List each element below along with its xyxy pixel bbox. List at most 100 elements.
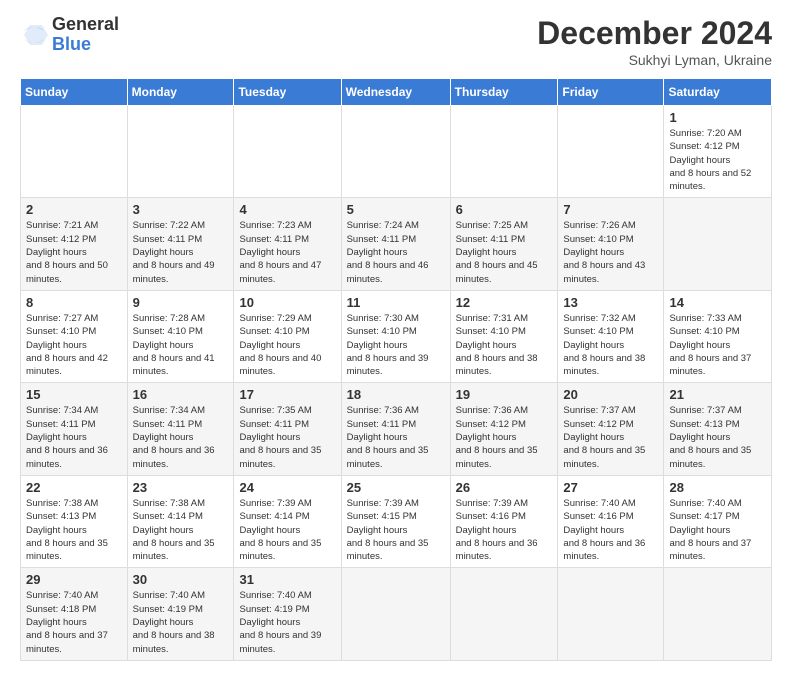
header-saturday: Saturday [664, 79, 772, 106]
day-number: 26 [456, 480, 553, 495]
day-info: Sunrise: 7:32 AM Sunset: 4:10 PM Dayligh… [563, 312, 658, 378]
day-info: Sunrise: 7:40 AM Sunset: 4:19 PM Dayligh… [133, 589, 229, 655]
day-info: Sunrise: 7:38 AM Sunset: 4:13 PM Dayligh… [26, 497, 122, 563]
day-info: Sunrise: 7:27 AM Sunset: 4:10 PM Dayligh… [26, 312, 122, 378]
calendar-cell: 20 Sunrise: 7:37 AM Sunset: 4:12 PM Dayl… [558, 383, 664, 475]
calendar-cell: 6 Sunrise: 7:25 AM Sunset: 4:11 PM Dayli… [450, 198, 558, 290]
calendar-cell: 7 Sunrise: 7:26 AM Sunset: 4:10 PM Dayli… [558, 198, 664, 290]
title-block: December 2024 Sukhyi Lyman, Ukraine [537, 15, 772, 68]
calendar-week-5: 29 Sunrise: 7:40 AM Sunset: 4:18 PM Dayl… [21, 568, 772, 660]
day-info: Sunrise: 7:31 AM Sunset: 4:10 PM Dayligh… [456, 312, 553, 378]
calendar-cell: 21 Sunrise: 7:37 AM Sunset: 4:13 PM Dayl… [664, 383, 772, 475]
day-number: 7 [563, 202, 658, 217]
logo-general-text: General [52, 15, 119, 35]
day-info: Sunrise: 7:21 AM Sunset: 4:12 PM Dayligh… [26, 219, 122, 285]
day-number: 13 [563, 295, 658, 310]
day-number: 4 [239, 202, 335, 217]
calendar-cell: 24 Sunrise: 7:39 AM Sunset: 4:14 PM Dayl… [234, 475, 341, 567]
calendar-cell [558, 106, 664, 198]
day-info: Sunrise: 7:35 AM Sunset: 4:11 PM Dayligh… [239, 404, 335, 470]
header-thursday: Thursday [450, 79, 558, 106]
day-number: 31 [239, 572, 335, 587]
calendar-cell: 29 Sunrise: 7:40 AM Sunset: 4:18 PM Dayl… [21, 568, 128, 660]
day-number: 12 [456, 295, 553, 310]
calendar-cell [450, 106, 558, 198]
header-tuesday: Tuesday [234, 79, 341, 106]
calendar-cell: 17 Sunrise: 7:35 AM Sunset: 4:11 PM Dayl… [234, 383, 341, 475]
calendar-week-3: 15 Sunrise: 7:34 AM Sunset: 4:11 PM Dayl… [21, 383, 772, 475]
day-info: Sunrise: 7:40 AM Sunset: 4:19 PM Dayligh… [239, 589, 335, 655]
calendar-week-2: 8 Sunrise: 7:27 AM Sunset: 4:10 PM Dayli… [21, 290, 772, 382]
day-number: 1 [669, 110, 766, 125]
day-info: Sunrise: 7:29 AM Sunset: 4:10 PM Dayligh… [239, 312, 335, 378]
calendar-week-4: 22 Sunrise: 7:38 AM Sunset: 4:13 PM Dayl… [21, 475, 772, 567]
calendar-cell: 25 Sunrise: 7:39 AM Sunset: 4:15 PM Dayl… [341, 475, 450, 567]
calendar-cell [664, 198, 772, 290]
calendar-cell: 4 Sunrise: 7:23 AM Sunset: 4:11 PM Dayli… [234, 198, 341, 290]
header-sunday: Sunday [21, 79, 128, 106]
calendar-cell: 9 Sunrise: 7:28 AM Sunset: 4:10 PM Dayli… [127, 290, 234, 382]
month-title: December 2024 [537, 15, 772, 52]
location-subtitle: Sukhyi Lyman, Ukraine [537, 52, 772, 68]
calendar-week-1: 2 Sunrise: 7:21 AM Sunset: 4:12 PM Dayli… [21, 198, 772, 290]
day-number: 16 [133, 387, 229, 402]
calendar-cell [21, 106, 128, 198]
day-number: 24 [239, 480, 335, 495]
day-info: Sunrise: 7:33 AM Sunset: 4:10 PM Dayligh… [669, 312, 766, 378]
day-number: 3 [133, 202, 229, 217]
calendar-cell: 30 Sunrise: 7:40 AM Sunset: 4:19 PM Dayl… [127, 568, 234, 660]
day-info: Sunrise: 7:20 AM Sunset: 4:12 PM Dayligh… [669, 127, 766, 193]
day-info: Sunrise: 7:40 AM Sunset: 4:18 PM Dayligh… [26, 589, 122, 655]
day-info: Sunrise: 7:36 AM Sunset: 4:12 PM Dayligh… [456, 404, 553, 470]
calendar-cell: 10 Sunrise: 7:29 AM Sunset: 4:10 PM Dayl… [234, 290, 341, 382]
calendar-cell [341, 106, 450, 198]
logo-text: General Blue [52, 15, 119, 55]
day-info: Sunrise: 7:30 AM Sunset: 4:10 PM Dayligh… [347, 312, 445, 378]
day-info: Sunrise: 7:39 AM Sunset: 4:14 PM Dayligh… [239, 497, 335, 563]
day-info: Sunrise: 7:39 AM Sunset: 4:15 PM Dayligh… [347, 497, 445, 563]
logo: General Blue [20, 15, 119, 55]
calendar-cell: 23 Sunrise: 7:38 AM Sunset: 4:14 PM Dayl… [127, 475, 234, 567]
day-number: 5 [347, 202, 445, 217]
day-info: Sunrise: 7:23 AM Sunset: 4:11 PM Dayligh… [239, 219, 335, 285]
day-number: 19 [456, 387, 553, 402]
day-info: Sunrise: 7:40 AM Sunset: 4:17 PM Dayligh… [669, 497, 766, 563]
day-number: 17 [239, 387, 335, 402]
calendar-cell: 22 Sunrise: 7:38 AM Sunset: 4:13 PM Dayl… [21, 475, 128, 567]
day-info: Sunrise: 7:37 AM Sunset: 4:13 PM Dayligh… [669, 404, 766, 470]
day-number: 29 [26, 572, 122, 587]
calendar-header-row: Sunday Monday Tuesday Wednesday Thursday… [21, 79, 772, 106]
day-number: 6 [456, 202, 553, 217]
calendar-cell: 31 Sunrise: 7:40 AM Sunset: 4:19 PM Dayl… [234, 568, 341, 660]
day-number: 25 [347, 480, 445, 495]
day-info: Sunrise: 7:34 AM Sunset: 4:11 PM Dayligh… [133, 404, 229, 470]
day-info: Sunrise: 7:38 AM Sunset: 4:14 PM Dayligh… [133, 497, 229, 563]
calendar-cell: 16 Sunrise: 7:34 AM Sunset: 4:11 PM Dayl… [127, 383, 234, 475]
calendar-cell: 18 Sunrise: 7:36 AM Sunset: 4:11 PM Dayl… [341, 383, 450, 475]
day-number: 10 [239, 295, 335, 310]
day-number: 15 [26, 387, 122, 402]
day-number: 14 [669, 295, 766, 310]
day-number: 28 [669, 480, 766, 495]
day-number: 22 [26, 480, 122, 495]
header-monday: Monday [127, 79, 234, 106]
header: General Blue December 2024 Sukhyi Lyman,… [20, 15, 772, 68]
calendar-cell [234, 106, 341, 198]
calendar-cell: 27 Sunrise: 7:40 AM Sunset: 4:16 PM Dayl… [558, 475, 664, 567]
calendar-cell: 8 Sunrise: 7:27 AM Sunset: 4:10 PM Dayli… [21, 290, 128, 382]
day-number: 27 [563, 480, 658, 495]
calendar-cell: 3 Sunrise: 7:22 AM Sunset: 4:11 PM Dayli… [127, 198, 234, 290]
calendar-cell: 11 Sunrise: 7:30 AM Sunset: 4:10 PM Dayl… [341, 290, 450, 382]
calendar-cell: 1 Sunrise: 7:20 AM Sunset: 4:12 PM Dayli… [664, 106, 772, 198]
day-info: Sunrise: 7:26 AM Sunset: 4:10 PM Dayligh… [563, 219, 658, 285]
day-info: Sunrise: 7:28 AM Sunset: 4:10 PM Dayligh… [133, 312, 229, 378]
calendar-cell [664, 568, 772, 660]
day-number: 23 [133, 480, 229, 495]
day-number: 20 [563, 387, 658, 402]
day-number: 8 [26, 295, 122, 310]
calendar-cell [450, 568, 558, 660]
day-info: Sunrise: 7:24 AM Sunset: 4:11 PM Dayligh… [347, 219, 445, 285]
calendar-cell: 19 Sunrise: 7:36 AM Sunset: 4:12 PM Dayl… [450, 383, 558, 475]
calendar-cell [341, 568, 450, 660]
calendar-cell: 15 Sunrise: 7:34 AM Sunset: 4:11 PM Dayl… [21, 383, 128, 475]
